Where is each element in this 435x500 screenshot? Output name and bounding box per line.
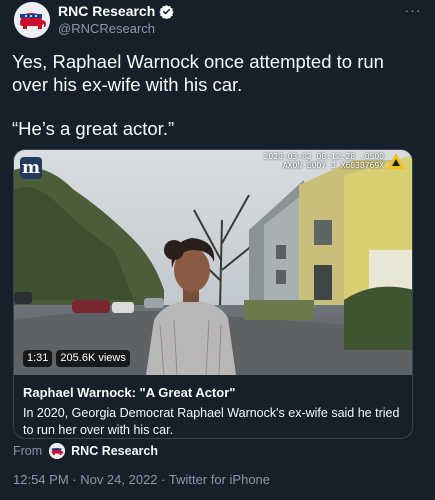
source-name[interactable]: RNC Research: [71, 444, 158, 458]
link-card[interactable]: m 2020-03-02 08:12:28 -0500 AXON BODY 3 …: [13, 149, 413, 439]
bodycam-timestamp: 2020-03-02 08:12:28 -0500 AXON BODY 3 X6…: [263, 152, 384, 170]
source-avatar[interactable]: [48, 443, 65, 459]
verified-badge-icon: [159, 4, 174, 19]
card-title[interactable]: Raphael Warnock: "A Great Actor": [23, 385, 403, 400]
card-description: In 2020, Georgia Democrat Raphael Warnoc…: [23, 406, 400, 437]
tweet-header: RNC Research @RNCResearch ···: [12, 0, 423, 40]
tweet: RNC Research @RNCResearch ··· Yes, Rapha…: [0, 0, 435, 500]
author-block: RNC Research @RNCResearch: [58, 3, 174, 36]
more-options-button[interactable]: ···: [403, 2, 423, 18]
video-thumbnail[interactable]: m 2020-03-02 08:12:28 -0500 AXON BODY 3 …: [14, 150, 412, 375]
author-handle[interactable]: @RNCResearch: [58, 21, 174, 36]
tweet-meta[interactable]: 12:54 PM · Nov 24, 2022 · Twitter for iP…: [13, 472, 270, 487]
video-frame-image: [14, 150, 412, 375]
channel-logo: m: [20, 157, 42, 179]
tweet-text: Yes, Raphael Warnock once attempted to r…: [12, 50, 423, 161]
source-attribution: From RNC Research: [13, 443, 158, 459]
from-label: From: [13, 444, 43, 458]
gop-elephant-icon: [14, 2, 50, 38]
author-name[interactable]: RNC Research: [58, 3, 155, 19]
view-count: 205.6K views: [56, 350, 130, 367]
card-body: Raphael Warnock: "A Great Actor" In 2020…: [14, 375, 412, 438]
author-avatar[interactable]: [14, 2, 50, 38]
tweet-text-line-2: “He’s a great actor.”: [12, 118, 175, 139]
gop-elephant-icon: [48, 443, 65, 459]
axon-logo-icon: [387, 153, 405, 169]
tweet-text-line-1: Yes, Raphael Warnock once attempted to r…: [12, 51, 384, 95]
video-duration: 1:31: [23, 350, 53, 367]
media-badges: 1:31 205.6K views: [23, 350, 130, 367]
